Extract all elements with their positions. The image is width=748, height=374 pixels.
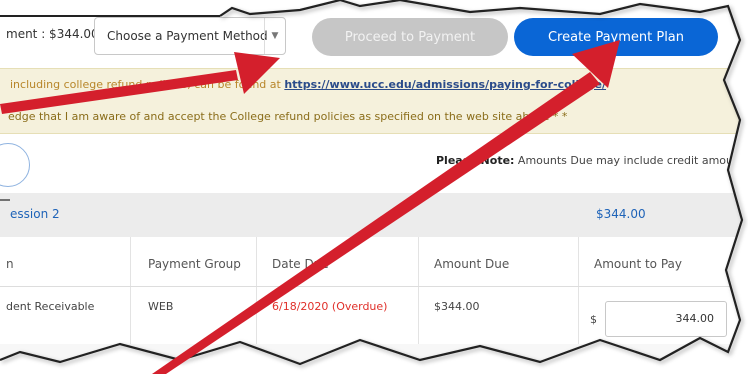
column-header-description: n bbox=[6, 257, 14, 271]
refund-policy-notice: including college refund policies, can b… bbox=[0, 68, 740, 134]
row-date-due: 6/18/2020 (Overdue) bbox=[272, 300, 388, 313]
table-header-row: n Payment Group Date Due Amount Due Amou… bbox=[0, 244, 740, 287]
total-amount-label: ment : $344.00 bbox=[6, 27, 99, 41]
payment-method-select[interactable]: Choose a Payment Method ▼ bbox=[94, 17, 286, 55]
please-note-text: Please Note: Amounts Due may include cre… bbox=[436, 154, 740, 167]
please-note-label: Please Note: bbox=[436, 154, 515, 167]
row-amount-due: $344.00 bbox=[434, 300, 480, 313]
payment-method-select-value: Choose a Payment Method bbox=[107, 29, 268, 43]
column-header-date-due: Date Due bbox=[272, 257, 329, 271]
select-all-toggle[interactable] bbox=[0, 143, 30, 187]
session-header: ession 2 $344.00 bbox=[0, 193, 740, 237]
column-header-amount-to-pay: Amount to Pay bbox=[594, 257, 682, 271]
amount-to-pay-input[interactable]: 344.00 bbox=[605, 301, 727, 337]
row-description: dent Receivable bbox=[6, 300, 95, 313]
create-payment-plan-button[interactable]: Create Payment Plan bbox=[514, 18, 718, 56]
refund-policy-link[interactable]: https://www.ucc.edu/admissions/paying-fo… bbox=[284, 78, 606, 91]
column-header-payment-group: Payment Group bbox=[148, 257, 241, 271]
row-payment-group: WEB bbox=[148, 300, 174, 313]
proceed-to-payment-button[interactable]: Proceed to Payment bbox=[312, 18, 508, 56]
refund-acknowledgement-text: edge that I am aware of and accept the C… bbox=[8, 110, 568, 123]
table-row: dent Receivable WEB 6/18/2020 (Overdue) … bbox=[0, 287, 740, 343]
refund-policy-text: including college refund policies, can b… bbox=[10, 78, 606, 91]
currency-symbol: $ bbox=[590, 313, 597, 326]
payment-screen: ment : $344.00 Choose a Payment Method ▼… bbox=[0, 0, 748, 374]
refund-policy-prefix: including college refund policies, can b… bbox=[10, 78, 285, 91]
please-note-body: Amounts Due may include credit amoun bbox=[514, 154, 740, 167]
column-header-amount-due: Amount Due bbox=[434, 257, 510, 271]
page-bottom bbox=[0, 344, 748, 374]
session-amount: $344.00 bbox=[596, 207, 646, 221]
session-title: ession 2 bbox=[10, 207, 60, 221]
chevron-down-icon[interactable]: ▼ bbox=[264, 18, 285, 54]
